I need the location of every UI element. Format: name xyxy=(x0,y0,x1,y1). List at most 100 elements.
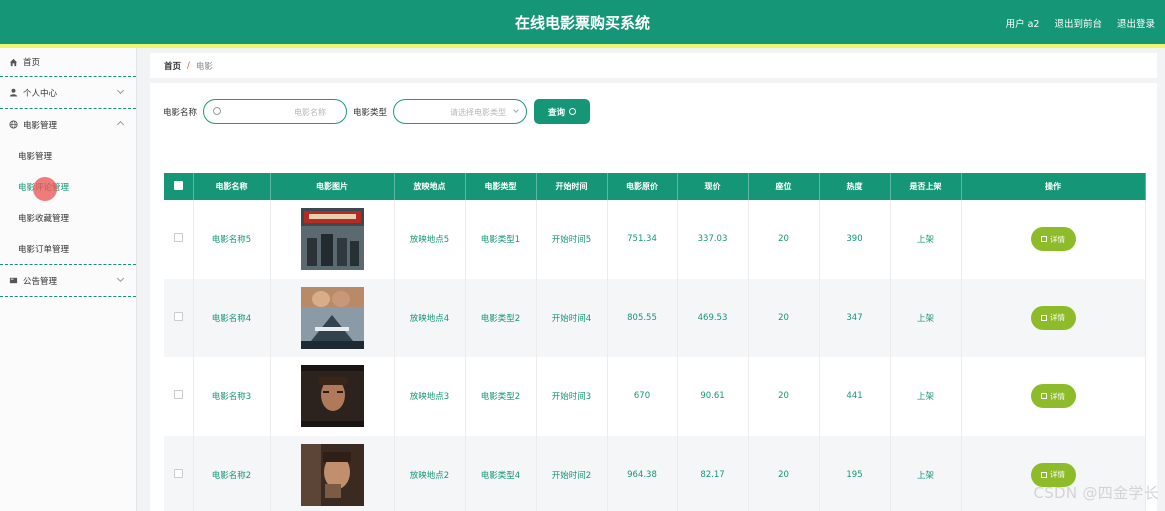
breadcrumb-home[interactable]: 首页 xyxy=(164,60,181,72)
cell-original-price: 964.38 xyxy=(607,435,678,511)
cell-seats: 20 xyxy=(748,278,820,357)
column-header: 操作 xyxy=(961,173,1146,200)
cell-poster xyxy=(270,435,395,511)
cell-status: 上架 xyxy=(890,357,962,436)
cell-price: 82.17 xyxy=(677,435,749,511)
cell-type: 电影类型2 xyxy=(465,357,537,436)
cell-original-price: 751.34 xyxy=(607,200,678,279)
search-icon xyxy=(569,108,577,115)
cell-poster xyxy=(270,357,395,436)
cell-heat: 195 xyxy=(819,435,891,511)
movie-poster-image xyxy=(300,286,364,349)
cell-price: 469.53 xyxy=(677,278,749,357)
table-row: 电影名称2 放映地点2 电影类型4 开始时间2 964.38 82.17 20 … xyxy=(164,435,1146,511)
table-row: 电影名称5 放映地点5 电影类型1 开始时间5 751.34 337.03 20… xyxy=(164,200,1146,279)
sidebar-item-label: 个人中心 xyxy=(23,88,58,99)
submenu-item-favorites[interactable]: 电影收藏管理 xyxy=(0,202,136,233)
cell-price: 90.61 xyxy=(677,357,749,436)
movie-table: 电影名称 电影图片 放映地点 电影类型 开始时间 电影原价 现价 座位 热度 是… xyxy=(164,173,1146,511)
query-button[interactable]: 查询 xyxy=(534,99,591,124)
user-name-link[interactable]: 用户 a2 xyxy=(1006,16,1040,30)
top-bar: 在线电影票购买系统 用户 a2 退出到前台 退出登录 xyxy=(0,0,1165,44)
detail-button[interactable]: 详情 xyxy=(1030,384,1076,409)
submenu-item-comments[interactable]: 电影评论管理 xyxy=(0,171,136,202)
cell-name: 电影名称3 xyxy=(193,357,271,436)
movie-poster-image xyxy=(300,365,364,428)
sidebar-item-movie-mgmt[interactable]: 电影管理 xyxy=(0,109,136,140)
column-header: 电影图片 xyxy=(270,173,395,200)
submenu-item-orders[interactable]: 电影订单管理 xyxy=(0,233,136,264)
row-checkbox[interactable] xyxy=(173,233,183,243)
search-bar: 电影名称 电影名称 电影类型 请选择电影类型 查询 xyxy=(163,99,591,124)
cell-location: 放映地点2 xyxy=(394,435,466,511)
cell-start-time: 开始时间2 xyxy=(536,435,608,511)
watermark: CSDN @四金学长 xyxy=(1033,484,1159,502)
content-panel: 电影名称 电影名称 电影类型 请选择电影类型 查询 电影名称 电影图片 放映地点… xyxy=(150,83,1157,511)
sidebar: 首页 个人中心 电影管理 电影管理 电影评论管理 电影收藏管理 电影订单管理 公… xyxy=(0,48,137,511)
sidebar-item-notice[interactable]: 公告管理 xyxy=(0,265,136,296)
column-header: 现价 xyxy=(677,173,749,200)
breadcrumb-separator: / xyxy=(187,60,190,71)
cell-type: 电影类型4 xyxy=(465,435,537,511)
logout-link[interactable]: 退出登录 xyxy=(1117,16,1155,30)
type-placeholder: 请选择电影类型 xyxy=(450,108,507,117)
home-icon xyxy=(8,57,18,67)
cell-heat: 347 xyxy=(819,278,891,357)
back-to-front-link[interactable]: 退出到前台 xyxy=(1054,16,1102,30)
movie-type-select[interactable]: 请选择电影类型 xyxy=(393,99,528,124)
row-checkbox[interactable] xyxy=(173,468,183,478)
cell-price: 337.03 xyxy=(677,200,749,279)
cell-original-price: 805.55 xyxy=(607,278,678,357)
column-header: 座位 xyxy=(748,173,820,200)
main-area: 首页 / 电影 电影名称 电影名称 电影类型 请选择电影类型 查询 电影名称 电… xyxy=(150,53,1157,511)
movie-name-input[interactable]: 电影名称 xyxy=(203,99,348,124)
submenu-item-movie[interactable]: 电影管理 xyxy=(0,140,136,171)
cell-type: 电影类型2 xyxy=(465,278,537,357)
detail-button[interactable]: 详情 xyxy=(1030,227,1076,252)
column-header: 电影名称 xyxy=(193,173,271,200)
cell-location: 放映地点3 xyxy=(394,357,466,436)
breadcrumb: 首页 / 电影 xyxy=(150,53,1157,78)
cell-start-time: 开始时间3 xyxy=(536,357,608,436)
chevron-down-icon xyxy=(513,107,519,113)
select-all-checkbox[interactable] xyxy=(173,181,183,190)
header-accent-strip xyxy=(0,44,1165,48)
row-checkbox[interactable] xyxy=(173,390,183,400)
table-header-row: 电影名称 电影图片 放映地点 电影类型 开始时间 电影原价 现价 座位 热度 是… xyxy=(164,173,1146,200)
column-header: 放映地点 xyxy=(394,173,466,200)
movie-poster-image xyxy=(300,443,364,506)
detail-icon xyxy=(1041,314,1047,321)
table-row: 电影名称3 放映地点3 电影类型2 开始时间3 670 90.61 20 441… xyxy=(164,357,1146,436)
detail-icon xyxy=(1041,236,1047,243)
column-header: 热度 xyxy=(819,173,891,200)
detail-icon xyxy=(1041,393,1047,400)
globe-icon xyxy=(8,120,18,130)
cell-status: 上架 xyxy=(890,278,962,357)
type-label: 电影类型 xyxy=(353,107,388,118)
app-title: 在线电影票购买系统 xyxy=(514,14,650,32)
cell-status: 上架 xyxy=(890,435,962,511)
breadcrumb-current: 电影 xyxy=(195,61,213,72)
notice-icon xyxy=(8,276,18,286)
column-header: 电影类型 xyxy=(465,173,537,200)
row-checkbox[interactable] xyxy=(173,311,183,321)
detail-button[interactable]: 详情 xyxy=(1030,305,1076,330)
sidebar-item-profile[interactable]: 个人中心 xyxy=(0,77,136,108)
click-indicator xyxy=(33,177,57,201)
table-row: 电影名称4 放映地点4 电影类型2 开始时间4 805.55 469.53 20… xyxy=(164,278,1146,357)
top-links: 用户 a2 退出到前台 退出登录 xyxy=(1006,16,1155,30)
cell-location: 放映地点4 xyxy=(394,278,466,357)
detail-icon xyxy=(1041,471,1047,478)
sidebar-item-home[interactable]: 首页 xyxy=(0,48,136,76)
cell-location: 放映地点5 xyxy=(394,200,466,279)
column-header: 开始时间 xyxy=(536,173,608,200)
chevron-down-icon xyxy=(116,274,125,283)
search-icon xyxy=(213,107,222,115)
cell-poster xyxy=(270,200,395,279)
cell-original-price: 670 xyxy=(607,357,678,436)
cell-name: 电影名称5 xyxy=(193,200,271,279)
movie-poster-image xyxy=(300,208,364,271)
cell-seats: 20 xyxy=(748,357,820,436)
cell-name: 电影名称2 xyxy=(193,435,271,511)
column-header: 电影原价 xyxy=(607,173,678,200)
